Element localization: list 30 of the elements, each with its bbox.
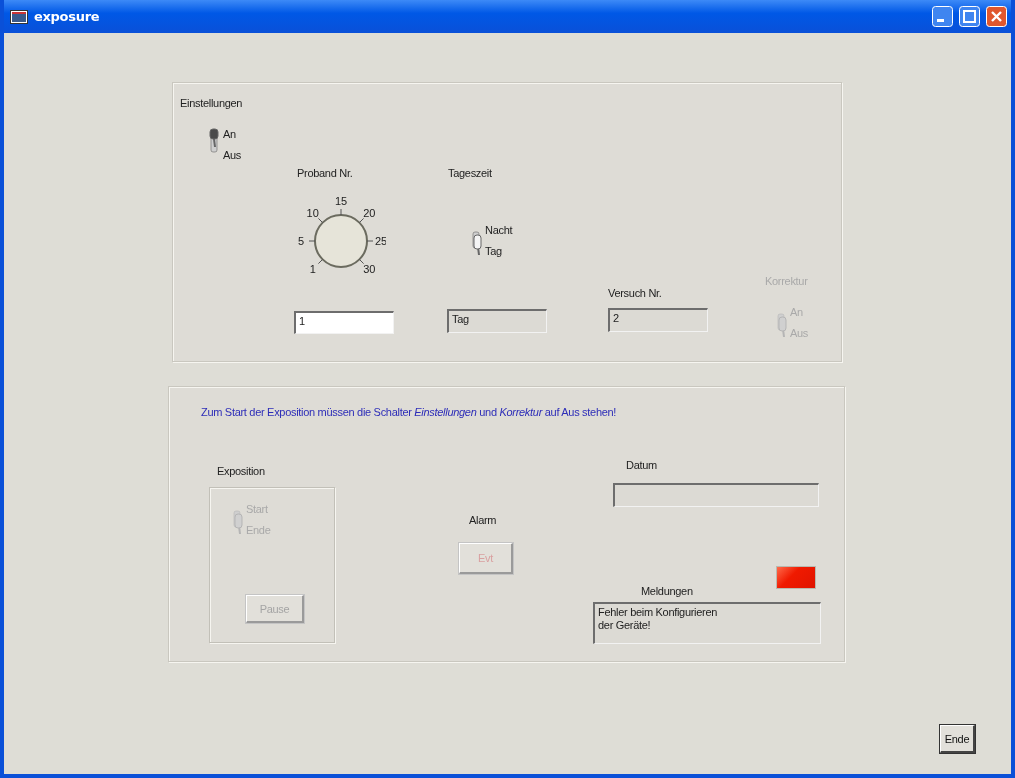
instruction-text: Zum Start der Exposition müssen die Schalter Einstellungen und Korrektur auf Aus stehen! <box>201 406 617 418</box>
tick-label: 10 <box>306 206 319 219</box>
tick-label: 25 <box>374 235 386 247</box>
switch-label: Tag <box>485 244 503 257</box>
minimize-icon[interactable] <box>932 6 953 27</box>
end-button[interactable]: Ende <box>940 725 975 753</box>
tick-label: 15 <box>334 195 348 207</box>
switch-label: Nacht <box>485 223 513 236</box>
control-label: Alarm <box>469 514 497 526</box>
control-label: Proband Nr. <box>297 167 353 179</box>
tick-label: 20 <box>363 206 376 219</box>
close-icon[interactable] <box>986 6 1007 27</box>
number-field[interactable]: 1 <box>294 311 394 334</box>
value-display: Tag <box>447 309 547 333</box>
control-label: Versuch Nr. <box>608 287 662 299</box>
control-label: Datum <box>626 459 657 471</box>
window-title: exposure <box>34 9 100 24</box>
app-icon <box>10 9 28 24</box>
switch-label: Aus <box>223 148 242 161</box>
switch-label: An <box>223 127 237 140</box>
value-display: 2 <box>608 308 708 332</box>
control-label: Tageszeit <box>448 167 492 179</box>
message-display: Fehler beim Konfigurieren der Geräte! <box>593 602 821 644</box>
tick-label: 30 <box>363 263 376 276</box>
control-label: Meldungen <box>641 585 693 597</box>
tick-label: 1 <box>309 263 316 276</box>
tick-label: 5 <box>297 235 305 247</box>
control-label: Einstellungen <box>180 97 243 109</box>
control-label: Exposition <box>217 465 265 477</box>
maximize-icon[interactable] <box>959 6 980 27</box>
